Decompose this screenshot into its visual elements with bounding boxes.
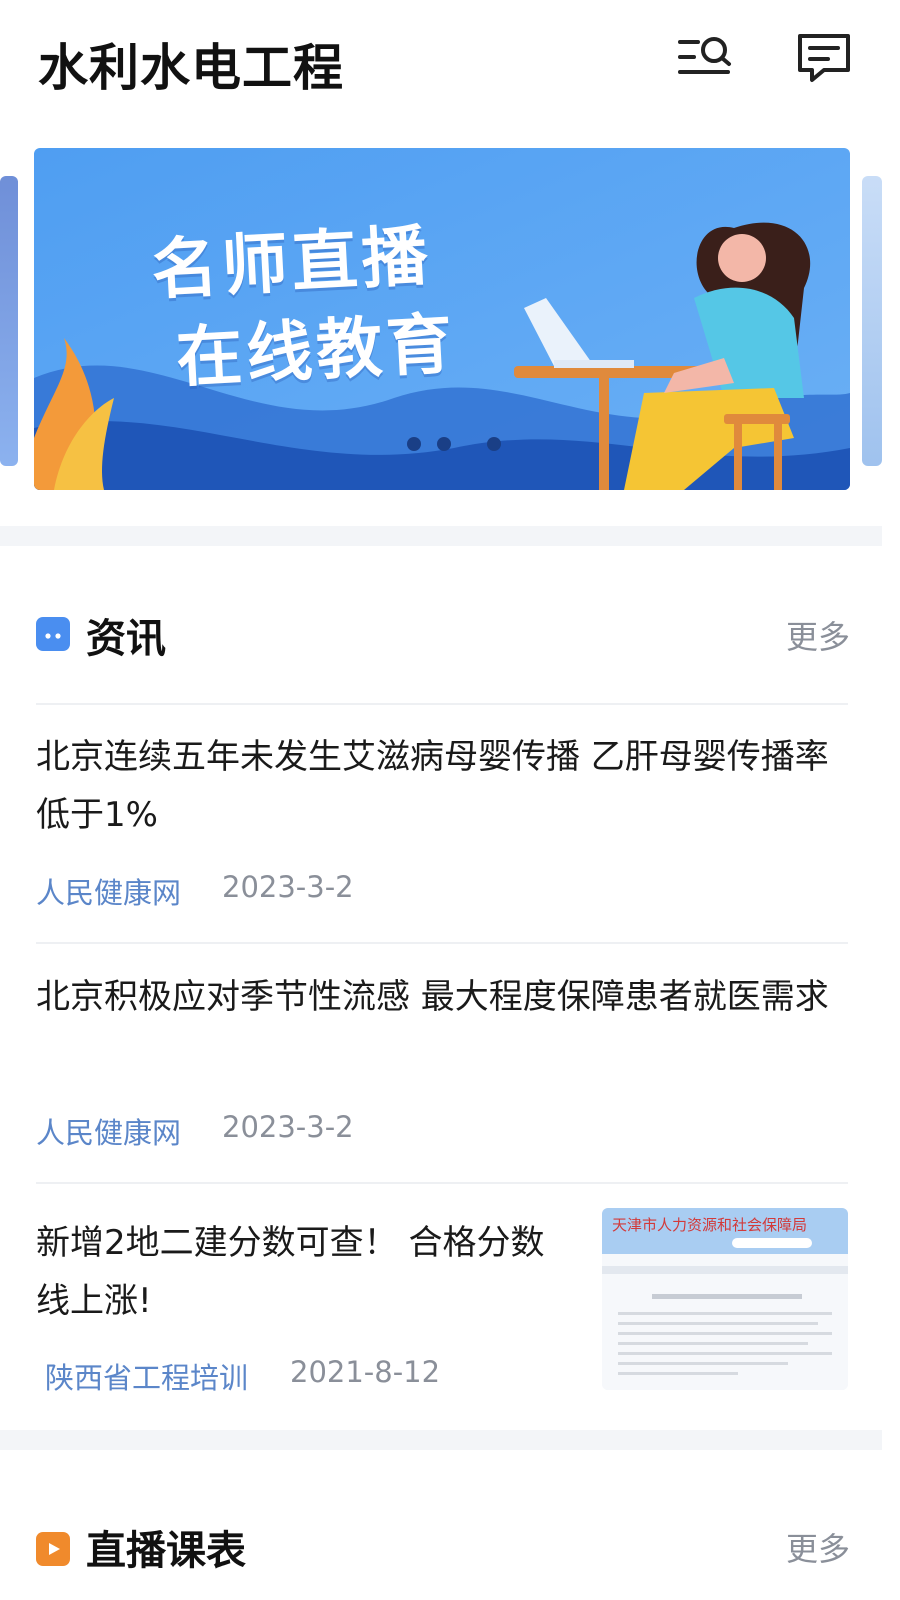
section-spacer	[0, 1430, 882, 1450]
thumbnail-caption: 天津市人力资源和社会保障局	[612, 1216, 808, 1234]
page-title: 水利水电工程	[38, 39, 344, 97]
live-section-header: 直播课表 更多	[0, 1512, 882, 1582]
live-tv-icon	[36, 1532, 70, 1566]
news-title[interactable]: 新增2地二建分数可查！ 合格分数线上涨!	[36, 1214, 566, 1330]
prev-banner-peek[interactable]	[0, 176, 18, 466]
news-date: 2023-3-2	[222, 870, 354, 904]
news-section-header: 资讯 更多	[0, 600, 882, 670]
news-date: 2023-3-2	[222, 1110, 354, 1144]
divider	[36, 942, 848, 944]
document-thumbnail-image	[602, 1208, 848, 1390]
search-list-icon[interactable]	[676, 30, 736, 86]
news-title[interactable]: 北京积极应对季节性流感 最大程度保障患者就医需求	[36, 968, 836, 1026]
live-more-link[interactable]: 更多	[786, 1524, 850, 1570]
news-more-link[interactable]: 更多	[786, 612, 850, 658]
banner-headline: 名师直播 在线教育	[150, 210, 459, 404]
news-thumbnail[interactable]: 天津市人力资源和社会保障局	[602, 1208, 848, 1390]
news-source[interactable]: 陕西省工程培训	[45, 1355, 248, 1397]
message-icon[interactable]	[794, 30, 854, 86]
section-spacer	[0, 526, 882, 546]
news-source[interactable]: 人民健康网	[36, 870, 181, 912]
news-date: 2021-8-12	[290, 1355, 441, 1389]
news-section-title: 资讯	[86, 616, 166, 662]
news-source[interactable]: 人民健康网	[36, 1110, 181, 1152]
divider	[36, 703, 848, 705]
header-bar: 水利水电工程	[0, 0, 900, 130]
next-banner-peek[interactable]	[862, 176, 882, 466]
news-title[interactable]: 北京连续五年未发生艾滋病母婴传播 乙肝母婴传播率低于1%	[36, 728, 836, 844]
banner-slide[interactable]: 名师直播 在线教育	[34, 148, 850, 490]
banner-carousel[interactable]: 名师直播 在线教育	[0, 148, 900, 493]
live-section-title: 直播课表	[86, 1528, 246, 1574]
divider	[36, 1182, 848, 1184]
news-section-icon	[36, 617, 70, 651]
banner-line-2: 在线教育	[174, 305, 459, 397]
banner-line-1: 名师直播	[149, 217, 434, 309]
